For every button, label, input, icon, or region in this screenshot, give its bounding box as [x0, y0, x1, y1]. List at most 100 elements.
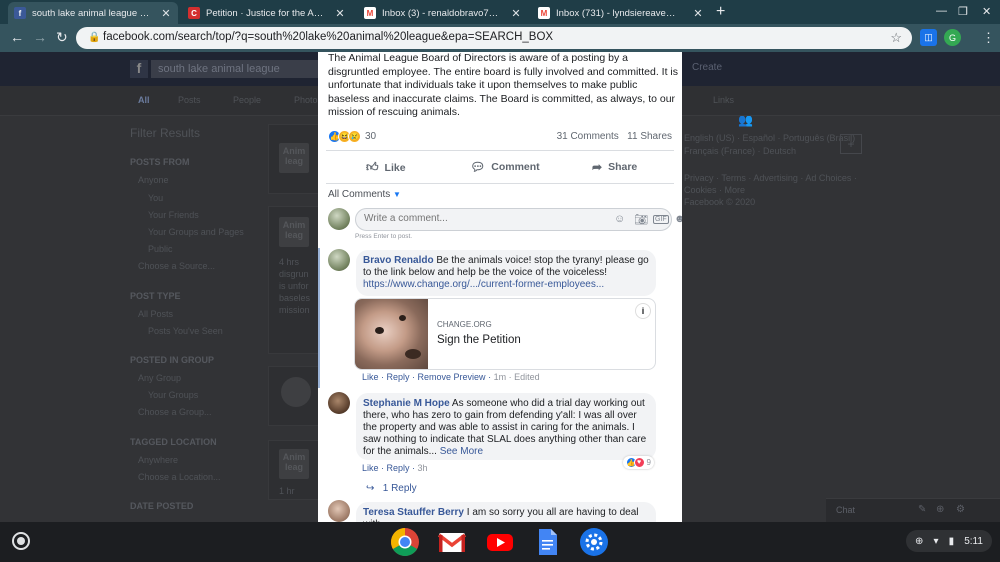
close-window-icon[interactable]: ✕: [982, 5, 991, 18]
comment-actions: Like · Reply · Remove Preview · 1m · Edi…: [362, 372, 540, 382]
commenter-avatar[interactable]: [328, 500, 350, 522]
browser-tab[interactable]: M Inbox (731) - lyndsiereaves@gm ✕: [532, 2, 710, 24]
remove-preview-link[interactable]: Remove Preview: [418, 372, 486, 382]
grammarly-icon[interactable]: G: [944, 29, 961, 46]
add-language-button[interactable]: +: [840, 134, 862, 154]
restore-icon[interactable]: ❐: [958, 5, 968, 18]
filter-option[interactable]: Your Friends: [148, 210, 199, 220]
forward-icon[interactable]: →: [33, 30, 47, 44]
sad-reaction-icon: 😢: [348, 130, 361, 143]
link-preview-card[interactable]: CHANGE.ORG Sign the Petition i: [354, 298, 656, 370]
address-bar[interactable]: 🔒 facebook.com/search/top/?q=south%20lak…: [76, 27, 912, 49]
comment-reaction-count: 9: [646, 458, 651, 467]
browser-tab[interactable]: f south lake animal league - Faceb ✕: [8, 2, 178, 24]
filter-option[interactable]: Choose a Source...: [138, 261, 215, 271]
footer-links[interactable]: Cookies · More: [684, 185, 745, 195]
caret-down-icon: ▼: [393, 190, 401, 199]
comment-box[interactable]: ☺ 📷︎ GIF ☻: [355, 208, 682, 231]
filter-option[interactable]: Anyone: [138, 175, 169, 185]
add-circle-icon[interactable]: ⊕: [915, 536, 923, 547]
current-user-avatar[interactable]: [328, 208, 350, 230]
filter-option[interactable]: Public: [148, 244, 173, 254]
language-links[interactable]: Français (France) · Deutsch: [684, 146, 796, 156]
comment-time[interactable]: 3h: [418, 463, 428, 473]
settings-app-icon[interactable]: [579, 527, 609, 557]
launcher-icon[interactable]: [12, 532, 30, 550]
page-avatar: [281, 377, 311, 407]
comment-author[interactable]: Teresa Stauffer Berry: [363, 507, 464, 518]
close-icon[interactable]: ✕: [692, 7, 704, 20]
youtube-app-icon[interactable]: [485, 527, 515, 557]
filter-option[interactable]: Any Group: [138, 373, 181, 383]
camera-icon[interactable]: 📷︎: [634, 213, 648, 226]
comment-reply-link[interactable]: Reply: [387, 463, 410, 473]
create-button[interactable]: Create: [692, 62, 722, 73]
facebook-logo-icon[interactable]: f: [130, 60, 148, 78]
filter-option[interactable]: Posts You've Seen: [148, 326, 223, 336]
tab-people[interactable]: People: [233, 95, 261, 105]
group-chat-icon[interactable]: ⊕: [936, 504, 944, 515]
comment-reply-link[interactable]: Reply: [387, 372, 410, 382]
filter-option[interactable]: Anywhere: [138, 455, 178, 465]
tab-title: Inbox (3) - renaldobravo7@gmai: [382, 7, 502, 19]
close-icon[interactable]: ✕: [510, 7, 522, 20]
tab-all[interactable]: All: [138, 95, 150, 105]
bookmark-star-icon[interactable]: ☆: [890, 30, 902, 46]
filter-option[interactable]: Choose a Group...: [138, 407, 212, 417]
tab-strip: f south lake animal league - Faceb ✕ C P…: [0, 0, 1000, 24]
view-replies-link[interactable]: ↪ 1 Reply: [366, 483, 417, 494]
comment-like-link[interactable]: Like: [362, 372, 379, 382]
filter-option[interactable]: Choose a Location...: [138, 472, 221, 482]
emoji-icon[interactable]: ☺: [614, 213, 625, 225]
comment-button[interactable]: 💬︎ Comment: [470, 160, 540, 174]
filter-option[interactable]: You: [148, 193, 163, 203]
comment-reactions[interactable]: 👍 ♥ 9: [622, 456, 654, 469]
commenter-avatar[interactable]: [328, 249, 350, 271]
see-more-link[interactable]: See More: [440, 446, 483, 457]
comment-link[interactable]: https://www.change.org/.../current-forme…: [363, 279, 604, 290]
share-button[interactable]: ➦ Share: [592, 160, 637, 174]
chrome-app-icon[interactable]: [390, 527, 420, 557]
reaction-summary[interactable]: 👍 😆 😢 30: [328, 130, 376, 143]
info-icon[interactable]: i: [635, 303, 651, 319]
comment-author[interactable]: Bravo Renaldo: [363, 255, 434, 266]
comment-filter-dropdown[interactable]: All Comments ▼: [328, 189, 401, 200]
tab-posts[interactable]: Posts: [178, 95, 201, 105]
tab-links[interactable]: Links: [713, 95, 734, 105]
shares-count[interactable]: 11 Shares: [627, 131, 672, 142]
comments-count[interactable]: 31 Comments: [557, 131, 619, 142]
browser-tab[interactable]: C Petition · Justice for the Animals ✕: [182, 2, 352, 24]
docs-app-icon[interactable]: [532, 527, 562, 557]
system-tray[interactable]: ⊕ ▾ ▮ 5:11: [906, 530, 992, 552]
comment-author[interactable]: Stephanie M Hope: [363, 398, 450, 409]
reload-icon[interactable]: ↻: [56, 30, 68, 44]
footer-links[interactable]: Privacy · Terms · Advertising · Ad Choic…: [684, 173, 857, 183]
browser-menu-icon[interactable]: ⋮: [982, 30, 995, 46]
language-links[interactable]: English (US) · Español · Português (Bras…: [684, 133, 855, 143]
edited-label[interactable]: Edited: [514, 372, 540, 382]
filter-option[interactable]: Your Groups and Pages: [148, 227, 244, 237]
like-button[interactable]: 👍︎ Like: [366, 160, 406, 175]
comment-time[interactable]: 1m: [494, 372, 507, 382]
commenter-avatar[interactable]: [328, 392, 350, 414]
back-icon[interactable]: ←: [10, 30, 24, 44]
edit-icon[interactable]: ✎: [918, 504, 926, 515]
chat-bar[interactable]: Chat ✎ ⊕ ⚙: [826, 498, 1000, 522]
extension-icon[interactable]: ◫: [920, 29, 937, 46]
comment-input[interactable]: [364, 213, 564, 224]
sticker-icon[interactable]: ☻: [674, 213, 682, 225]
browser-tab[interactable]: M Inbox (3) - renaldobravo7@gmai ✕: [358, 2, 528, 24]
post-snippet: disgrun: [279, 269, 309, 279]
comment-like-link[interactable]: Like: [362, 463, 379, 473]
gif-icon[interactable]: GIF: [653, 215, 669, 224]
chat-settings-icon[interactable]: ⚙: [956, 504, 965, 515]
gmail-app-icon[interactable]: [437, 527, 467, 557]
filter-option[interactable]: Your Groups: [148, 390, 198, 400]
share-arrow-icon: ➦: [592, 160, 603, 174]
close-icon[interactable]: ✕: [160, 7, 172, 20]
close-icon[interactable]: ✕: [334, 7, 346, 20]
facebook-search-input[interactable]: south lake animal league: [151, 60, 321, 78]
minimize-icon[interactable]: —: [936, 5, 947, 17]
new-tab-button[interactable]: +: [716, 3, 725, 21]
filter-option[interactable]: All Posts: [138, 309, 173, 319]
